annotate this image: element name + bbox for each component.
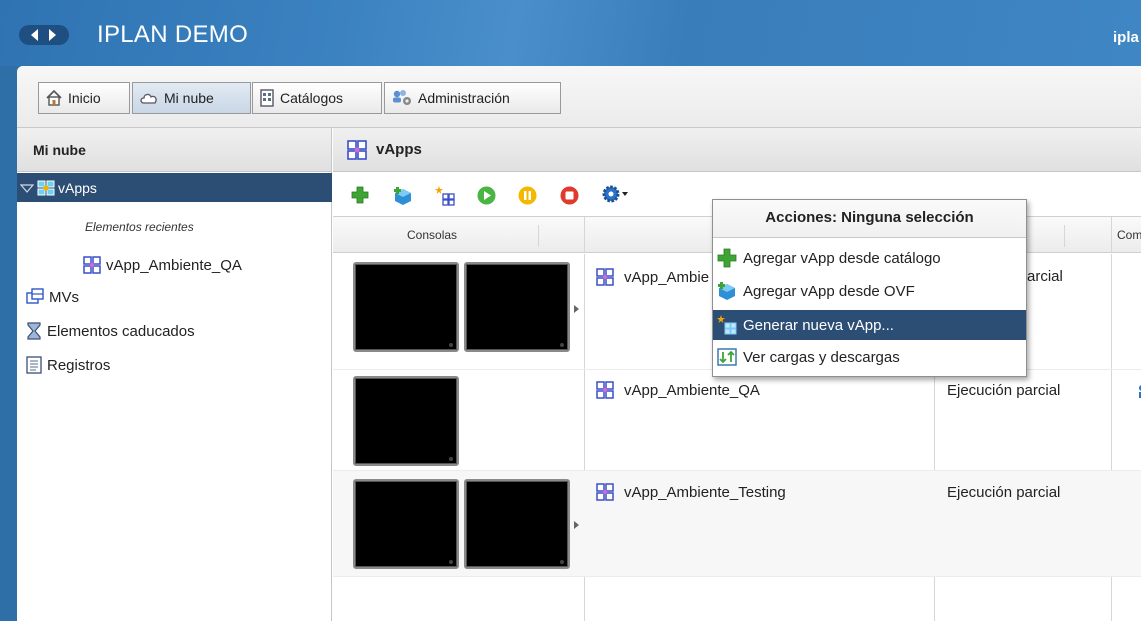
menu-title: Acciones: Ninguna selección — [713, 200, 1026, 238]
tree-item-registros[interactable]: Registros — [26, 356, 110, 374]
vapp-name: vApp_Ambiente_Testing — [624, 483, 786, 501]
stop-icon[interactable] — [560, 186, 579, 205]
app-header: IPLAN DEMO ipla — [0, 0, 1141, 66]
console-thumbnail[interactable] — [464, 479, 570, 569]
menu-item-label: Ver cargas y descargas — [743, 348, 900, 366]
vapp-name-cell[interactable]: vApp_Ambiente_Testing — [596, 483, 786, 501]
vapp-icon — [596, 381, 614, 399]
log-icon — [26, 356, 42, 374]
tree-item-label: MVs — [49, 288, 79, 306]
menu-item-add-vapp-catalog[interactable]: Agregar vApp desde catálogo — [713, 243, 1026, 273]
admin-icon — [393, 90, 411, 105]
navigation-arrows-button[interactable] — [19, 25, 69, 45]
expand-consoles-icon[interactable] — [574, 521, 579, 529]
console-thumbnail[interactable] — [464, 262, 570, 352]
tree-item-label: Elementos caducados — [47, 322, 195, 340]
hourglass-icon — [27, 322, 41, 340]
arrow-right-icon[interactable] — [49, 29, 56, 41]
tab-catalogos[interactable]: Catálogos — [252, 82, 382, 114]
user-menu[interactable]: ipla — [1113, 29, 1139, 46]
vapp-icon — [596, 268, 614, 286]
suspend-icon[interactable] — [518, 186, 537, 205]
transfers-icon — [717, 348, 737, 366]
actions-gear-icon[interactable] — [601, 184, 631, 204]
tab-mi-nube[interactable]: Mi nube — [132, 82, 251, 114]
menu-item-transfers[interactable]: Ver cargas y descargas — [713, 342, 1026, 372]
table-row[interactable]: vApp_Ambiente_QA Ejecución parcial — [333, 370, 1141, 471]
vapp-name: vApp_Ambie — [624, 268, 710, 286]
tab-bar: Inicio Mi nube Catálogos Administración — [17, 66, 1141, 128]
console-thumbnail[interactable] — [353, 376, 459, 466]
vapp-name: vApp_Ambiente_QA — [624, 381, 760, 399]
console-thumbnail[interactable] — [353, 262, 459, 352]
new-vapp-icon[interactable] — [435, 186, 455, 206]
recent-items-label: Elementos recientes — [85, 220, 194, 234]
tree-item-label: vApps — [58, 179, 97, 196]
recent-item-label: vApp_Ambiente_QA — [106, 256, 242, 274]
tree-item-label: Registros — [47, 356, 111, 374]
tab-inicio[interactable]: Inicio — [38, 82, 130, 114]
tree-item-elementos-caducados[interactable]: Elementos caducados — [26, 322, 195, 340]
vapp-status: arcial — [1027, 268, 1063, 285]
tree-item-mvs[interactable]: MVs — [26, 288, 79, 306]
add-icon — [717, 248, 737, 268]
tab-label: Administración — [418, 90, 510, 106]
content-title: vApps — [376, 141, 422, 158]
tab-label: Mi nube — [164, 90, 214, 106]
left-navigation-pane: Mi nube vApps Elementos recientes vApp_A… — [17, 128, 332, 621]
column-header-consolas[interactable]: Consolas — [407, 228, 457, 242]
console-thumbnail[interactable] — [353, 479, 459, 569]
home-icon — [46, 89, 62, 106]
vapp-icon — [347, 139, 367, 160]
menu-item-label: Agregar vApp desde OVF — [743, 282, 915, 300]
table-row[interactable]: vApp_Ambiente_Testing Ejecución parcial — [333, 471, 1141, 577]
left-pane-title: Mi nube — [17, 128, 331, 172]
tab-administracion[interactable]: Administración — [384, 82, 561, 114]
start-icon[interactable] — [477, 186, 496, 205]
menu-item-label: Generar nueva vApp... — [743, 316, 894, 334]
vm-icon — [26, 288, 44, 304]
cloud-icon — [140, 93, 157, 104]
vapp-name-cell[interactable]: vApp_Ambie — [596, 268, 709, 286]
vapp-icon — [37, 180, 55, 195]
partial-icon — [1139, 385, 1141, 398]
menu-item-label: Agregar vApp desde catálogo — [743, 249, 941, 267]
arrow-left-icon[interactable] — [31, 29, 38, 41]
tab-label: Catálogos — [280, 90, 344, 106]
content-title-bar: vApps — [333, 128, 1141, 172]
new-vapp-icon — [717, 315, 737, 335]
vapp-icon — [83, 256, 101, 274]
vapp-status: Ejecución parcial — [947, 382, 1061, 399]
recent-item-vapp-qa[interactable]: vApp_Ambiente_QA — [83, 256, 242, 274]
catalog-icon — [260, 89, 274, 107]
menu-item-new-vapp[interactable]: Generar nueva vApp... — [713, 310, 1026, 340]
expand-triangle-icon[interactable] — [20, 183, 34, 193]
app-title: IPLAN DEMO — [97, 21, 249, 48]
tree-item-vapps[interactable]: vApps — [17, 173, 332, 202]
vapp-icon — [596, 483, 614, 501]
vapp-status: Ejecución parcial — [947, 484, 1061, 501]
expand-consoles-icon[interactable] — [574, 305, 579, 313]
add-vapp-ovf-icon[interactable] — [393, 186, 413, 206]
actions-context-menu: Acciones: Ninguna selección Agregar vApp… — [712, 199, 1027, 377]
menu-item-add-vapp-ovf[interactable]: Agregar vApp desde OVF — [713, 276, 1026, 306]
column-header-comp[interactable]: Comp — [1117, 228, 1141, 242]
ovf-icon — [718, 282, 735, 300]
add-icon[interactable] — [351, 186, 369, 204]
tab-label: Inicio — [68, 90, 101, 106]
vapp-name-cell[interactable]: vApp_Ambiente_QA — [596, 381, 760, 399]
